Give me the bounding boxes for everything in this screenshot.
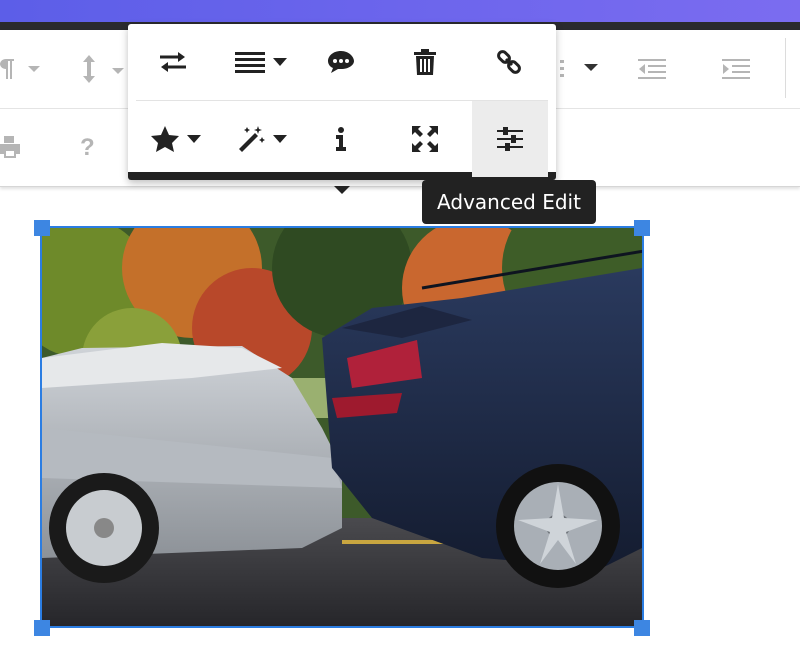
selected-image[interactable] bbox=[40, 226, 644, 628]
resize-handle-top-right[interactable] bbox=[634, 220, 650, 236]
resize-handle-bottom-right[interactable] bbox=[634, 620, 650, 636]
help-icon[interactable]: ? bbox=[80, 136, 95, 160]
replace-image-button[interactable] bbox=[135, 24, 211, 100]
resize-handle-top-left[interactable] bbox=[34, 220, 50, 236]
info-icon bbox=[336, 127, 346, 151]
print-icon[interactable] bbox=[0, 134, 20, 160]
magic-wand-icon bbox=[239, 126, 265, 152]
image-caption-button[interactable] bbox=[303, 24, 379, 100]
align-lines-icon bbox=[235, 52, 265, 73]
popup-pointer bbox=[334, 186, 350, 194]
advanced-edit-button[interactable] bbox=[472, 101, 548, 177]
list-icon[interactable] bbox=[560, 58, 602, 80]
expand-icon bbox=[412, 126, 438, 152]
image-style-button[interactable] bbox=[138, 101, 214, 177]
trash-icon bbox=[414, 49, 436, 75]
image-edit-popup bbox=[128, 24, 556, 180]
outdent-icon[interactable] bbox=[638, 58, 668, 82]
image-effects-button[interactable] bbox=[224, 101, 300, 177]
insert-link-button[interactable] bbox=[471, 24, 547, 100]
remove-image-button[interactable] bbox=[387, 24, 463, 100]
align-image-button[interactable] bbox=[223, 24, 299, 100]
swap-arrows-icon bbox=[160, 52, 186, 72]
sliders-icon bbox=[497, 127, 523, 151]
chevron-down-icon bbox=[273, 58, 287, 66]
car-crash-photo bbox=[42, 228, 642, 626]
chevron-down-icon bbox=[187, 135, 201, 143]
toolbar-separator bbox=[785, 38, 786, 98]
change-size-button[interactable] bbox=[387, 101, 463, 177]
chevron-down-icon bbox=[273, 135, 287, 143]
star-icon bbox=[151, 126, 179, 152]
comment-icon bbox=[328, 51, 354, 73]
link-icon bbox=[497, 50, 521, 74]
alt-text-button[interactable] bbox=[303, 101, 379, 177]
advanced-edit-tooltip: Advanced Edit bbox=[422, 180, 596, 224]
app-header-bar bbox=[0, 0, 800, 22]
line-height-icon[interactable] bbox=[80, 54, 130, 84]
paragraph-format-icon[interactable] bbox=[0, 57, 48, 81]
resize-handle-bottom-left[interactable] bbox=[34, 620, 50, 636]
indent-icon[interactable] bbox=[722, 58, 752, 82]
